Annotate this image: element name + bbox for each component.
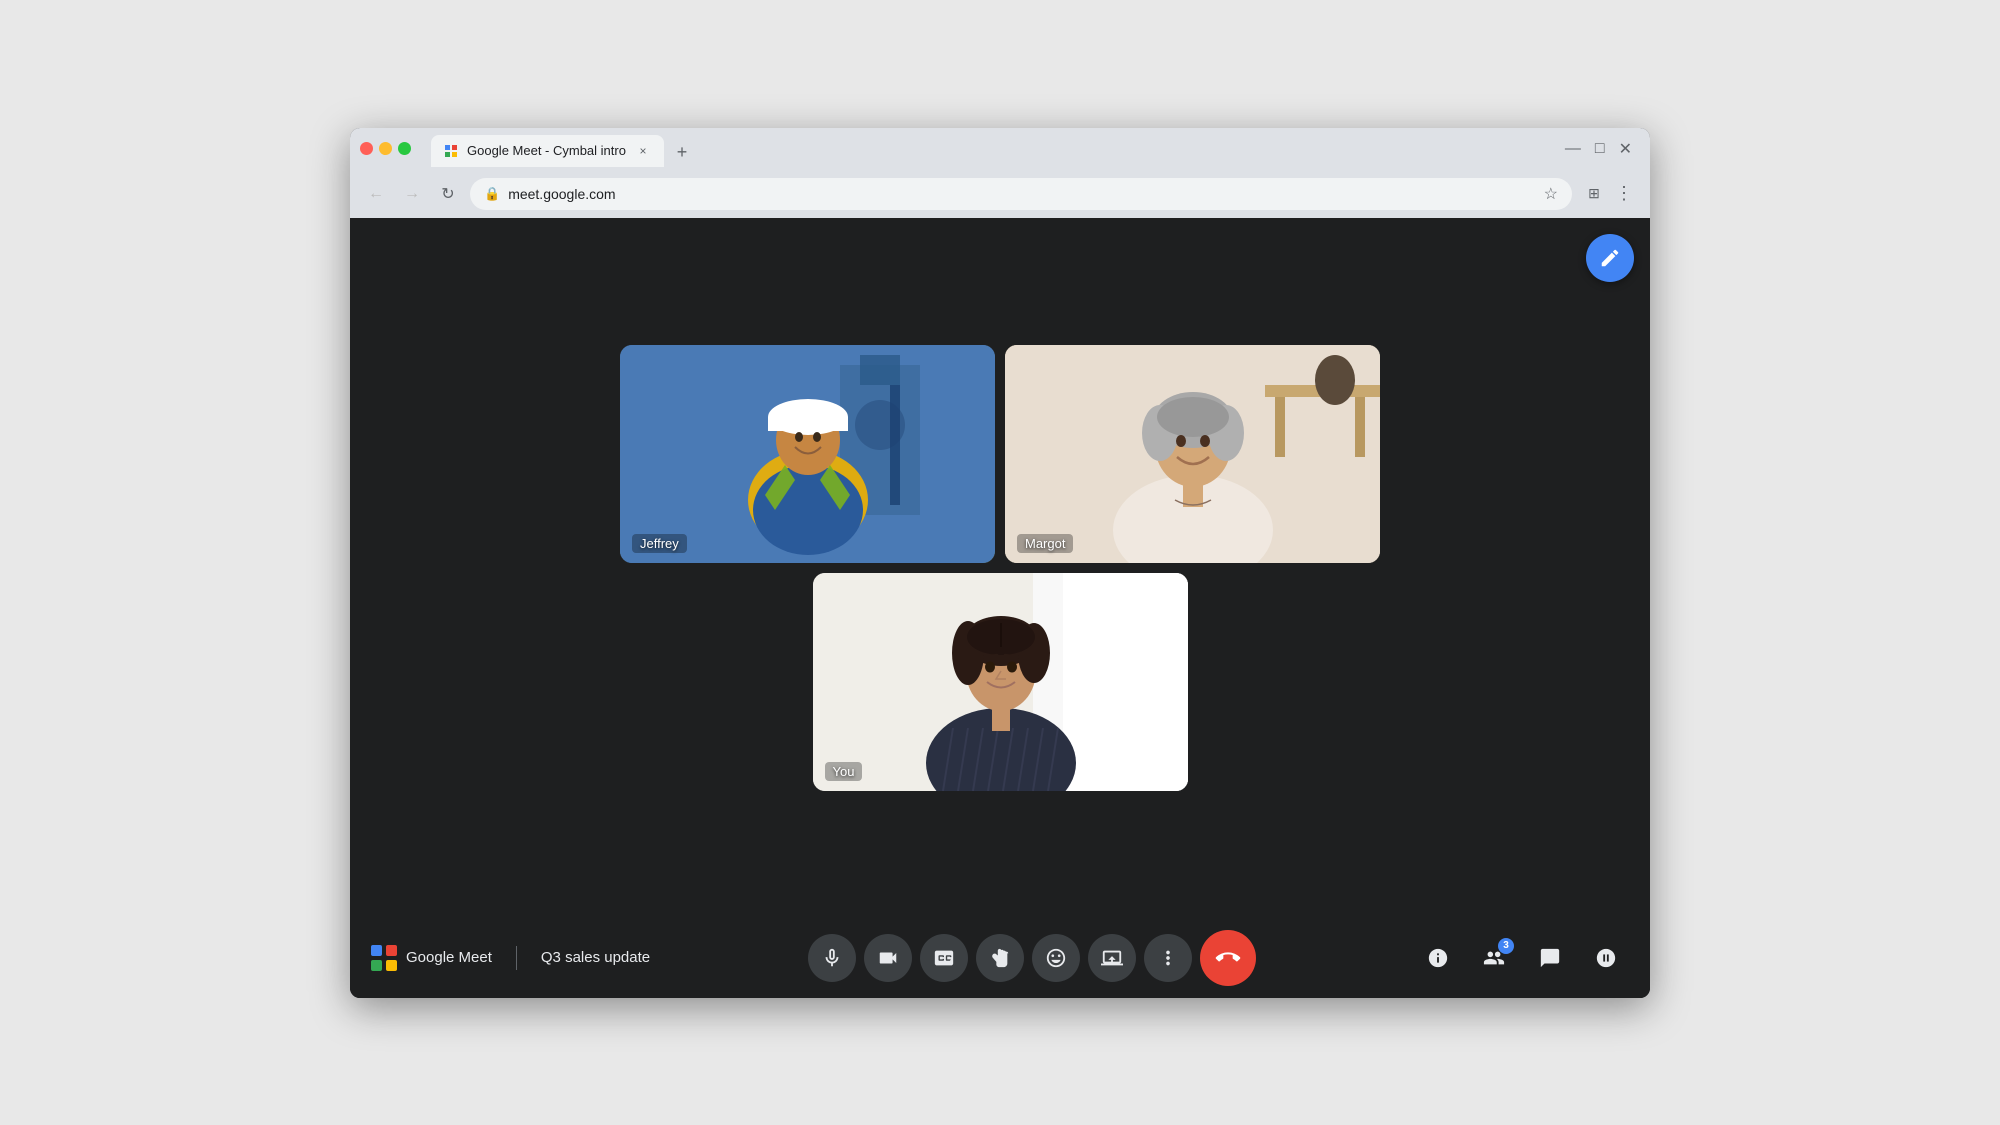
activities-icon xyxy=(1595,947,1617,969)
meet-logo-icon xyxy=(370,944,398,972)
present-button[interactable] xyxy=(1088,934,1136,982)
browser-window: × – + Google Meet - Cymbal intro × xyxy=(350,128,1650,998)
info-button[interactable] xyxy=(1414,934,1462,982)
top-video-row: Jeffrey xyxy=(620,345,1380,563)
you-scene xyxy=(813,573,1188,791)
present-icon xyxy=(1101,947,1123,969)
video-tile-margot: Margot xyxy=(1005,345,1380,563)
address-bar[interactable]: 🔒 meet.google.com ☆ xyxy=(470,178,1572,210)
jeffrey-scene xyxy=(620,345,995,563)
edit-notes-button[interactable] xyxy=(1586,234,1634,282)
raise-hand-button[interactable] xyxy=(976,934,1024,982)
chat-icon xyxy=(1539,947,1561,969)
end-call-button[interactable] xyxy=(1200,930,1256,986)
address-bar-actions: ⊞ ⋮ xyxy=(1580,180,1638,208)
tab-title: Google Meet - Cymbal intro xyxy=(467,143,626,158)
tab-bar: Google Meet - Cymbal intro × + xyxy=(423,131,704,167)
window-controls: × – + xyxy=(360,142,411,155)
end-call-icon xyxy=(1211,941,1245,975)
margot-name-label: Margot xyxy=(1017,534,1073,553)
more-options-button[interactable] xyxy=(1144,934,1192,982)
more-options-button[interactable]: ⋮ xyxy=(1610,180,1638,208)
tab-close-btn[interactable]: × xyxy=(634,142,652,160)
video-tile-you: You xyxy=(813,573,1188,791)
extensions-button[interactable]: ⊞ xyxy=(1580,180,1608,208)
participant-count-badge: 3 xyxy=(1498,938,1514,954)
back-button[interactable]: ← xyxy=(362,180,390,208)
toolbar-left: Google Meet Q3 sales update xyxy=(370,944,650,972)
more-vert-icon xyxy=(1157,947,1179,969)
url-text: meet.google.com xyxy=(508,186,1535,202)
window-maximize-btn[interactable]: + xyxy=(398,142,411,155)
bookmark-star-icon[interactable]: ☆ xyxy=(1544,184,1558,204)
camera-icon xyxy=(877,947,899,969)
title-maximize-icon[interactable]: □ xyxy=(1595,140,1605,158)
browser-chrome: × – + Google Meet - Cymbal intro × xyxy=(350,128,1650,218)
toolbar-right: 3 xyxy=(1414,934,1630,982)
bottom-video-row: You xyxy=(813,573,1188,791)
title-minimize-icon[interactable]: — xyxy=(1565,140,1581,158)
you-video-bg xyxy=(813,573,1188,791)
captions-button[interactable] xyxy=(920,934,968,982)
meet-toolbar: Google Meet Q3 sales update xyxy=(350,918,1650,998)
video-grid: Jeffrey xyxy=(350,218,1650,918)
meet-content: Jeffrey xyxy=(350,218,1650,998)
camera-button[interactable] xyxy=(864,934,912,982)
emoji-button[interactable] xyxy=(1032,934,1080,982)
title-close-icon[interactable]: ✕ xyxy=(1619,139,1632,159)
margot-scene xyxy=(1005,345,1380,563)
you-name-label: You xyxy=(825,762,863,781)
emoji-icon xyxy=(1045,947,1067,969)
mic-icon xyxy=(821,947,843,969)
reload-button[interactable]: ↻ xyxy=(434,180,462,208)
meeting-name-label: Q3 sales update xyxy=(541,949,650,966)
margot-video-bg xyxy=(1005,345,1380,563)
window-minimize-btn[interactable]: – xyxy=(379,142,392,155)
title-bar-controls: — □ ✕ xyxy=(1565,139,1640,159)
new-tab-button[interactable]: + xyxy=(668,139,696,167)
title-bar: × – + Google Meet - Cymbal intro × xyxy=(350,128,1650,170)
chat-button[interactable] xyxy=(1526,934,1574,982)
hand-icon xyxy=(989,947,1011,969)
window-close-btn[interactable]: × xyxy=(360,142,373,155)
captions-icon xyxy=(933,947,955,969)
forward-button[interactable]: → xyxy=(398,180,426,208)
meet-app-name: Google Meet xyxy=(406,949,492,966)
jeffrey-name-label: Jeffrey xyxy=(632,534,687,553)
tab-favicon xyxy=(443,143,459,159)
people-button[interactable]: 3 xyxy=(1470,934,1518,982)
google-meet-logo: Google Meet xyxy=(370,944,492,972)
mic-button[interactable] xyxy=(808,934,856,982)
lock-icon: 🔒 xyxy=(484,186,500,202)
activities-button[interactable] xyxy=(1582,934,1630,982)
video-tile-jeffrey: Jeffrey xyxy=(620,345,995,563)
info-icon xyxy=(1427,947,1449,969)
pencil-icon xyxy=(1599,247,1621,269)
jeffrey-video-bg xyxy=(620,345,995,563)
toolbar-divider xyxy=(516,946,517,970)
active-tab[interactable]: Google Meet - Cymbal intro × xyxy=(431,135,664,167)
address-bar-row: ← → ↻ 🔒 meet.google.com ☆ ⊞ ⋮ xyxy=(350,170,1650,218)
toolbar-center xyxy=(650,930,1414,986)
